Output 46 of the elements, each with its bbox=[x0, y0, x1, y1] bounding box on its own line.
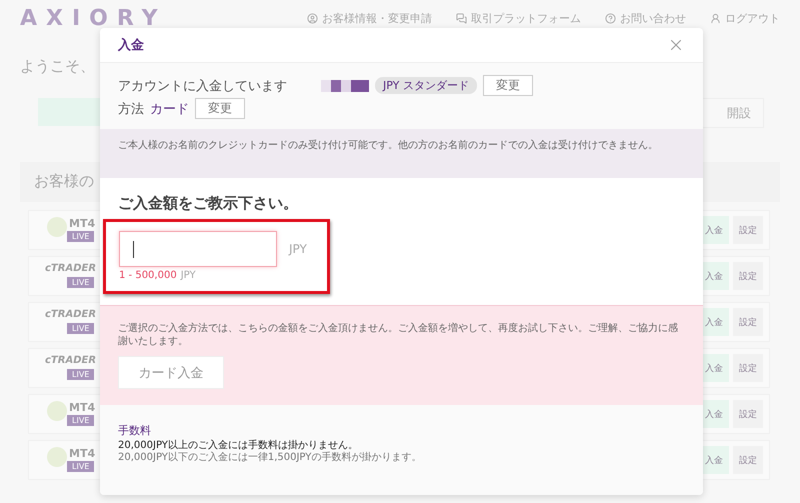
text-cursor-icon bbox=[133, 241, 134, 258]
row-button[interactable]: 設定 bbox=[733, 354, 763, 382]
nav-link[interactable]: お問い合わせ bbox=[605, 10, 686, 26]
amount-field[interactable] bbox=[119, 231, 277, 267]
row-button[interactable]: 設定 bbox=[733, 216, 763, 244]
nav-link[interactable]: ログアウト bbox=[710, 10, 780, 26]
amount-range: 1 - 500,000 bbox=[119, 270, 177, 281]
change-button[interactable]: 変更 bbox=[195, 98, 245, 119]
nav-link[interactable]: 取引プラットフォーム bbox=[456, 10, 581, 26]
live-badge: LIVE bbox=[67, 277, 94, 288]
nav-link[interactable]: お客様情報・変更申請 bbox=[307, 10, 432, 26]
account-tag: JPY スタンダード bbox=[375, 77, 477, 94]
fee-text: 20,000JPY以上のご入金には手数料は掛かりません。 bbox=[118, 440, 359, 452]
platform-logo: cTRADER bbox=[45, 263, 96, 274]
error-message: ご選択のご入金方法では、こちらの金額をご入金頂けません。ご入金額を増やして、再度お試し下さい。ご理解、ご協力に感謝いたします。 bbox=[118, 322, 679, 348]
platform-logo: MT4 bbox=[69, 401, 96, 414]
welcome-text: ようこそ、 bbox=[20, 57, 95, 75]
nav-icon bbox=[710, 12, 721, 24]
nav-icon bbox=[307, 12, 318, 24]
live-badge: LIVE bbox=[67, 323, 94, 334]
fee-title: 手数料 bbox=[118, 423, 152, 438]
fee-text: 20,000JPY以下のご入金には一律1,500JPYの手数料が掛かります。 bbox=[118, 452, 422, 464]
currency-label: JPY bbox=[289, 242, 307, 256]
brand-logo: AXIORY bbox=[20, 6, 167, 30]
live-badge: LIVE bbox=[67, 415, 94, 426]
platform-logo: cTRADER bbox=[45, 355, 96, 366]
live-badge: LIVE bbox=[67, 231, 94, 242]
platform-logo: MT4 bbox=[69, 217, 96, 230]
row-button[interactable]: 設定 bbox=[733, 262, 763, 290]
nav-icon bbox=[605, 12, 616, 24]
change-button[interactable]: 変更 bbox=[482, 75, 533, 96]
method-label: 方法 bbox=[118, 100, 144, 118]
row-button[interactable]: 設定 bbox=[733, 446, 763, 474]
method-value: カード bbox=[150, 100, 189, 118]
row-button[interactable]: 設定 bbox=[733, 308, 763, 336]
range-currency: JPY bbox=[180, 270, 196, 281]
row-button[interactable]: 設定 bbox=[733, 400, 763, 428]
nav-icon bbox=[456, 12, 467, 24]
platform-logo: MT4 bbox=[69, 447, 96, 460]
live-badge: LIVE bbox=[67, 461, 94, 472]
account-label: アカウントに入金しています bbox=[118, 78, 287, 94]
masked-account-drawing bbox=[321, 80, 369, 92]
dialog-title: 入金 bbox=[118, 36, 144, 54]
live-badge: LIVE bbox=[67, 369, 94, 380]
notice-text: ご本人様のお名前のクレジットカードのみ受け付け可能です。他の方のお名前のカードでの入金は受け付けできません。 bbox=[100, 129, 703, 178]
platform-logo: cTRADER bbox=[45, 309, 96, 320]
